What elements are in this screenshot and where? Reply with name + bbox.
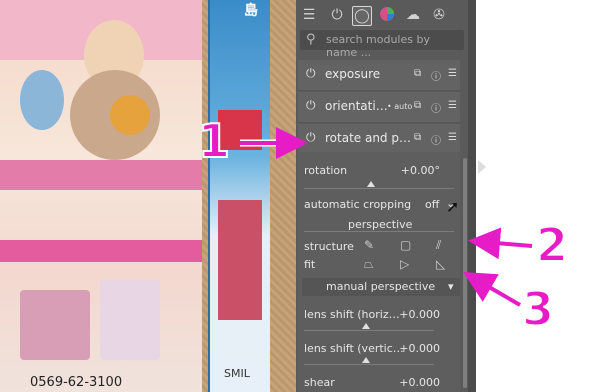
- annotation-number-1: 1: [197, 114, 231, 168]
- annotation-number-2: 2: [535, 218, 569, 272]
- annotation-arrow-3: [463, 271, 522, 307]
- annotation-number-3: 3: [521, 282, 555, 336]
- annotation-layer: [240, 127, 533, 309]
